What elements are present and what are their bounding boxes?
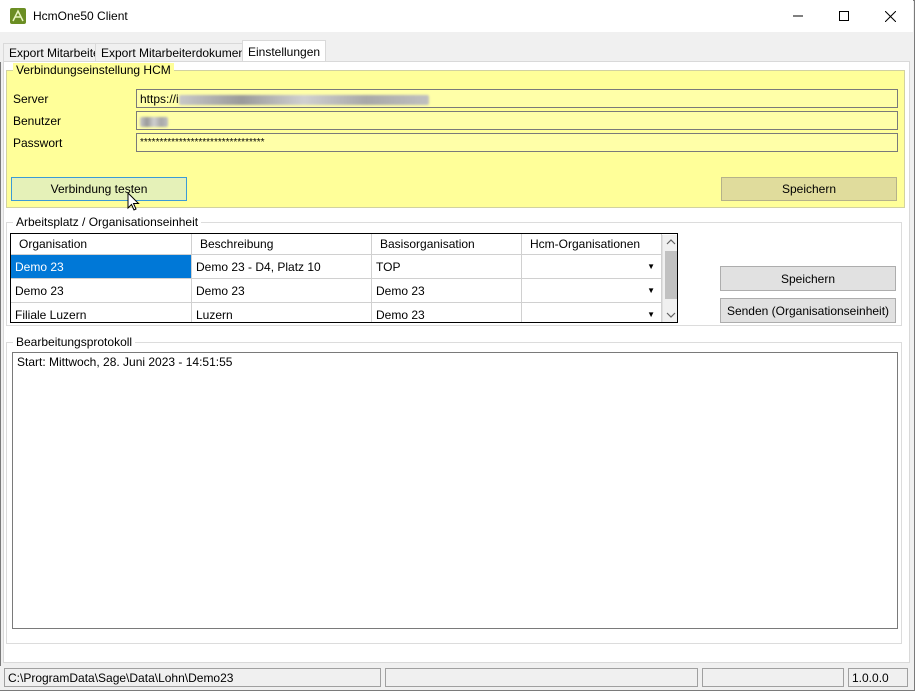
redacted-text (140, 116, 168, 127)
dropdown-arrow-icon: ▼ (647, 262, 655, 271)
column-header-basisorganisation[interactable]: Basisorganisation (372, 234, 522, 255)
log-textarea[interactable]: Start: Mittwoch, 28. Juni 2023 - 14:51:5… (12, 352, 898, 629)
table-row-cell[interactable]: Demo 23 (372, 279, 522, 303)
redacted-text (178, 94, 429, 105)
status-bar: C:\ProgramData\Sage\Data\Lohn\Demo23 1.0… (0, 666, 913, 690)
user-field[interactable] (136, 111, 898, 130)
tab-einstellungen[interactable]: Einstellungen (242, 40, 327, 63)
status-path: C:\ProgramData\Sage\Data\Lohn\Demo23 (4, 668, 381, 687)
server-field[interactable]: https://i (136, 89, 898, 108)
group-title: Bearbeitungsprotokoll (13, 335, 136, 349)
user-label: Benutzer (13, 114, 62, 128)
table-row-cell[interactable]: Luzern (192, 303, 372, 322)
column-header-organisation[interactable]: Organisation (11, 234, 192, 255)
dropdown-arrow-icon: ▼ (647, 286, 655, 295)
maximize-button[interactable] (821, 0, 867, 32)
password-field[interactable]: ******************************** (136, 133, 898, 152)
scroll-up-icon[interactable] (666, 238, 676, 246)
table-row-cell[interactable]: TOP (372, 255, 522, 279)
maximize-icon (839, 11, 849, 21)
hcm-org-dropdown[interactable]: ▼ (522, 279, 662, 303)
server-label: Server (13, 92, 49, 106)
close-icon (884, 10, 896, 22)
tab-export-mitarbeiterdokumente[interactable]: Export Mitarbeiterdokumente (95, 43, 262, 63)
group-title: Arbeitsplatz / Organisationseinheit (13, 215, 202, 229)
column-header-hcm-organisationen[interactable]: Hcm-Organisationen (522, 234, 662, 255)
table-row-cell[interactable]: Demo 23 - D4, Platz 10 (192, 255, 372, 279)
tab-export-mitarbeiter[interactable]: Export Mitarbeiter (3, 43, 110, 63)
table-row-cell[interactable]: Demo 23 (372, 303, 522, 322)
window-title: HcmOne50 Client (33, 9, 128, 23)
status-progress (702, 668, 844, 687)
close-button[interactable] (867, 0, 913, 32)
grid-scrollbar[interactable] (662, 235, 677, 322)
mouse-cursor-icon (127, 192, 140, 211)
password-label: Passwort (13, 136, 63, 150)
status-panel-empty (385, 668, 698, 687)
status-version: 1.0.0.0 (848, 668, 908, 687)
group-title: Verbindungseinstellung HCM (13, 63, 174, 77)
scroll-down-icon[interactable] (666, 311, 676, 319)
table-row-cell[interactable]: Demo 23 (192, 279, 372, 303)
table-row-cell[interactable]: Demo 23 (11, 255, 192, 279)
app-icon (10, 8, 26, 24)
send-organisation-button[interactable]: Senden (Organisationseinheit) (720, 298, 896, 323)
table-row-cell[interactable]: Demo 23 (11, 279, 192, 303)
server-value: https://i (140, 92, 179, 106)
tab-label: Export Mitarbeiter (9, 46, 104, 60)
tab-label: Export Mitarbeiterdokumente (101, 46, 256, 60)
column-header-beschreibung[interactable]: Beschreibung (192, 234, 372, 255)
minimize-icon (793, 15, 803, 17)
tab-label: Einstellungen (248, 45, 321, 59)
tab-strip: Export Mitarbeiter Export Mitarbeiterdok… (0, 32, 913, 63)
minimize-button[interactable] (775, 0, 821, 32)
test-connection-button[interactable]: Verbindung testen (11, 177, 187, 201)
table-row-cell[interactable]: Filiale Luzern (11, 303, 192, 322)
dropdown-arrow-icon: ▼ (647, 310, 655, 319)
save-organisation-button[interactable]: Speichern (720, 266, 896, 291)
hcm-org-dropdown[interactable]: ▼ (522, 255, 662, 279)
save-hcm-button[interactable]: Speichern (721, 177, 897, 201)
title-bar: HcmOne50 Client (0, 0, 913, 32)
scrollbar-thumb[interactable] (665, 251, 677, 299)
organisation-grid[interactable]: Organisation Beschreibung Basisorganisat… (10, 233, 678, 323)
log-line: Start: Mittwoch, 28. Juni 2023 - 14:51:5… (17, 355, 233, 369)
hcm-org-dropdown[interactable]: ▼ (522, 303, 662, 322)
